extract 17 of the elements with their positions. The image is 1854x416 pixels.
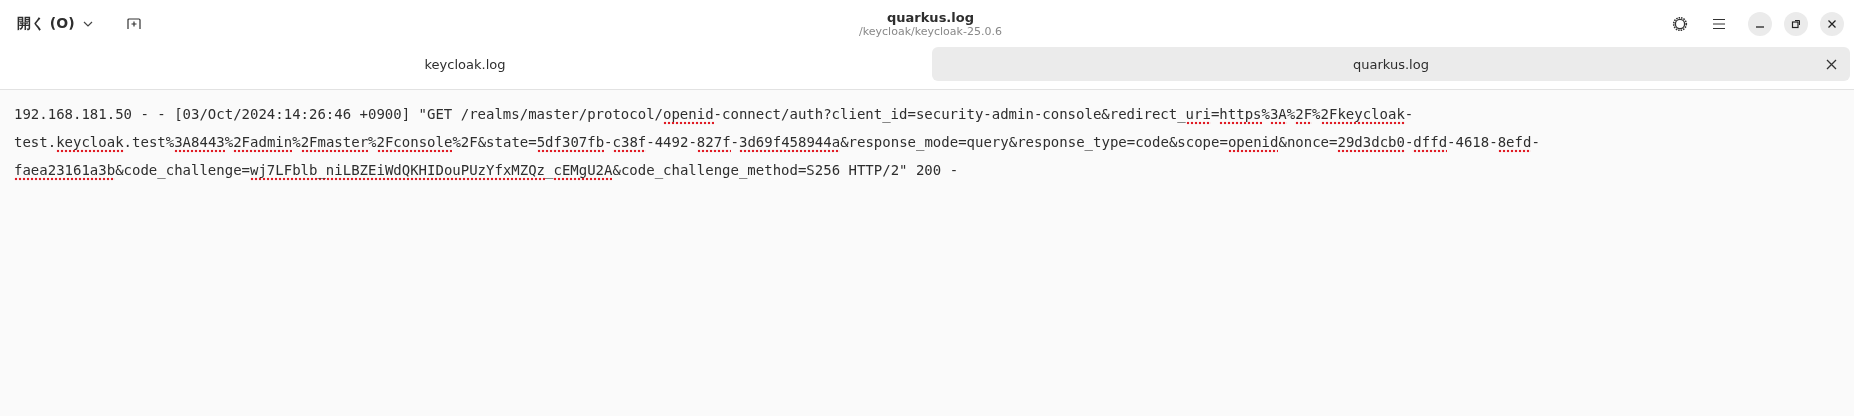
restore-icon (1791, 18, 1801, 29)
window-title: quarkus.log (887, 9, 974, 25)
tab[interactable]: keycloak.log (6, 47, 924, 81)
log-text: 192.168.181.50 - - [03/Oct/2024:14:26:46 +0900] "GET /realms/master/protocol/openid-connect/auth?client_id=security-admin-console&redirect_uri=https%3A%2F%2Fkeycloak-test.keycloak.test%3A8443%2Fadmin%2Fmaster%2Fconsole%2F&state=5df307fb-c38f-4492-827f-3d69f458944a&response_mode=query&response_type=code&scope=openid&nonce=29d3dcb0-dffd-4618-8efd- faea23161a3b&code_challenge=wj7LFblb_niLBZEiWdQKHIDouPUzYfxMZQz_cEMgU2A&code_challenge_method=S256 HTTP/2" 200 - (14, 100, 1840, 184)
close-icon (1827, 18, 1837, 29)
new-tab-icon[interactable] (126, 17, 141, 30)
minimize-icon (1756, 25, 1764, 28)
maximize-button[interactable] (1784, 11, 1808, 36)
menu-icon[interactable] (1712, 17, 1726, 30)
file-path: /keycloak/keycloak-25.0.6 (859, 24, 1002, 38)
close-button[interactable] (1820, 11, 1844, 36)
open-button[interactable]: 開く (O) (17, 10, 93, 37)
gear-icon[interactable] (1672, 15, 1688, 32)
chevron-icon (82, 20, 93, 27)
minimize-button[interactable] (1748, 11, 1772, 36)
tab[interactable]: quarkus.log (932, 47, 1850, 81)
close-tab-icon[interactable] (1826, 58, 1837, 70)
